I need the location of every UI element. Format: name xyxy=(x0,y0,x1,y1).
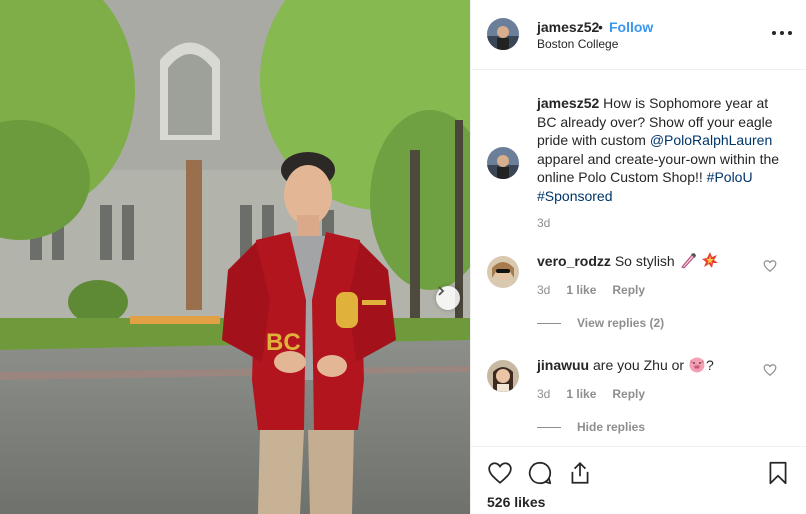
comment-username[interactable]: jinawuu xyxy=(537,357,589,373)
commenter-avatar[interactable] xyxy=(487,256,519,288)
comment-meta: 3d 1 like Reply xyxy=(537,387,645,401)
comment-meta: 3d 1 like Reply xyxy=(537,283,645,297)
post-side-panel: jamesz52 • Follow Boston College jamesz5… xyxy=(470,0,806,514)
replies-label: Hide replies xyxy=(577,420,646,434)
hashtag-link[interactable]: #Sponsored xyxy=(537,188,613,204)
follow-button[interactable]: Follow xyxy=(609,19,653,35)
hide-replies-toggle[interactable]: Hide replies xyxy=(537,420,645,434)
reply-button[interactable]: Reply xyxy=(612,283,645,297)
comment-text: vero_rodzz So stylish xyxy=(537,251,719,269)
avatar-image xyxy=(487,147,519,179)
heart-icon xyxy=(488,462,512,484)
like-comment-button[interactable] xyxy=(763,259,777,273)
avatar-image xyxy=(487,360,519,392)
next-photo-button[interactable] xyxy=(436,286,460,310)
comment-body: are you Zhu or xyxy=(593,357,685,373)
hashtag-link[interactable]: #PoloU xyxy=(707,169,753,185)
post-photo[interactable]: BC xyxy=(0,0,470,514)
author-username[interactable]: jamesz52 xyxy=(537,19,599,35)
caption-author-avatar[interactable] xyxy=(487,147,519,179)
post-header: jamesz52 • Follow Boston College xyxy=(471,0,806,70)
more-icon-dot xyxy=(780,31,784,35)
instagram-post: BC jamesz52 • Follow Boston College jame… xyxy=(0,0,806,514)
next-arrow-icon xyxy=(438,286,445,296)
more-icon-dot xyxy=(788,31,792,35)
pig-face-emoji xyxy=(689,357,705,373)
post-caption: jamesz52 How is Sophomore year at BC alr… xyxy=(537,94,787,205)
mention-link[interactable]: @PoloRalphLauren xyxy=(650,132,772,148)
more-icon xyxy=(772,31,776,35)
like-button[interactable] xyxy=(487,460,513,486)
author-avatar[interactable] xyxy=(487,18,519,50)
paint-brush-emoji xyxy=(680,253,696,269)
collision-emoji xyxy=(701,252,718,268)
comment-timestamp[interactable]: 3d xyxy=(537,283,550,297)
caption-timestamp[interactable]: 3d xyxy=(537,216,550,230)
comment-text: jinawuu are you Zhu or ? xyxy=(537,355,714,373)
share-button[interactable] xyxy=(567,460,593,486)
avatar-image xyxy=(487,256,519,288)
comment-likes[interactable]: 1 like xyxy=(566,387,596,401)
caption-username[interactable]: jamesz52 xyxy=(537,95,599,111)
separator-dot: • xyxy=(598,19,603,35)
share-icon xyxy=(571,462,589,484)
location-link[interactable]: Boston College xyxy=(537,37,618,51)
save-button[interactable] xyxy=(765,460,791,486)
commenter-avatar[interactable] xyxy=(487,360,519,392)
comment-username[interactable]: vero_rodzz xyxy=(537,253,611,269)
replies-divider xyxy=(537,322,561,324)
post-actions: 526 likes xyxy=(471,446,806,514)
more-options-button[interactable] xyxy=(772,26,792,40)
comment-likes[interactable]: 1 like xyxy=(566,283,596,297)
comment-timestamp[interactable]: 3d xyxy=(537,387,550,401)
comment-suffix: ? xyxy=(705,357,714,373)
photo-illustration: BC xyxy=(0,0,470,514)
replies-divider xyxy=(537,426,561,428)
heart-icon xyxy=(763,260,777,273)
replies-label: View replies (2) xyxy=(577,316,665,330)
reply-button[interactable]: Reply xyxy=(612,387,645,401)
bookmark-icon xyxy=(769,461,787,485)
like-comment-button[interactable] xyxy=(763,363,777,377)
heart-icon xyxy=(763,364,777,377)
avatar-image xyxy=(487,18,519,50)
comment-button[interactable] xyxy=(527,460,553,486)
view-replies-toggle[interactable]: View replies (2) xyxy=(537,316,664,330)
comment-body: So stylish xyxy=(614,253,675,269)
likes-count[interactable]: 526 likes xyxy=(487,494,545,510)
comment-icon xyxy=(528,461,552,485)
